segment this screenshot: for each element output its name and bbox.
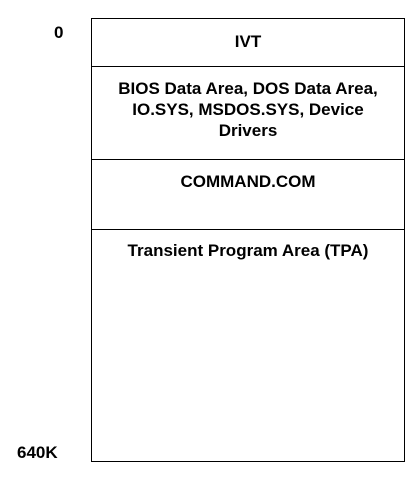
region-command-com: COMMAND.COM <box>92 159 404 229</box>
end-address-label: 640K <box>17 443 58 462</box>
region-command-com-label: COMMAND.COM <box>180 172 316 191</box>
region-ivt-label: IVT <box>234 32 262 51</box>
memory-map: IVT BIOS Data Area, DOS Data Area, IO.SY… <box>91 18 405 462</box>
start-address-label: 0 <box>54 23 64 42</box>
region-bios-dos-data: BIOS Data Area, DOS Data Area, IO.SYS, M… <box>92 66 404 159</box>
region-tpa-label: Transient Program Area (TPA) <box>127 241 369 260</box>
region-tpa: Transient Program Area (TPA) <box>92 229 404 461</box>
region-bios-dos-data-label: BIOS Data Area, DOS Data Area, IO.SYS, M… <box>118 79 378 140</box>
region-ivt: IVT <box>92 19 404 66</box>
